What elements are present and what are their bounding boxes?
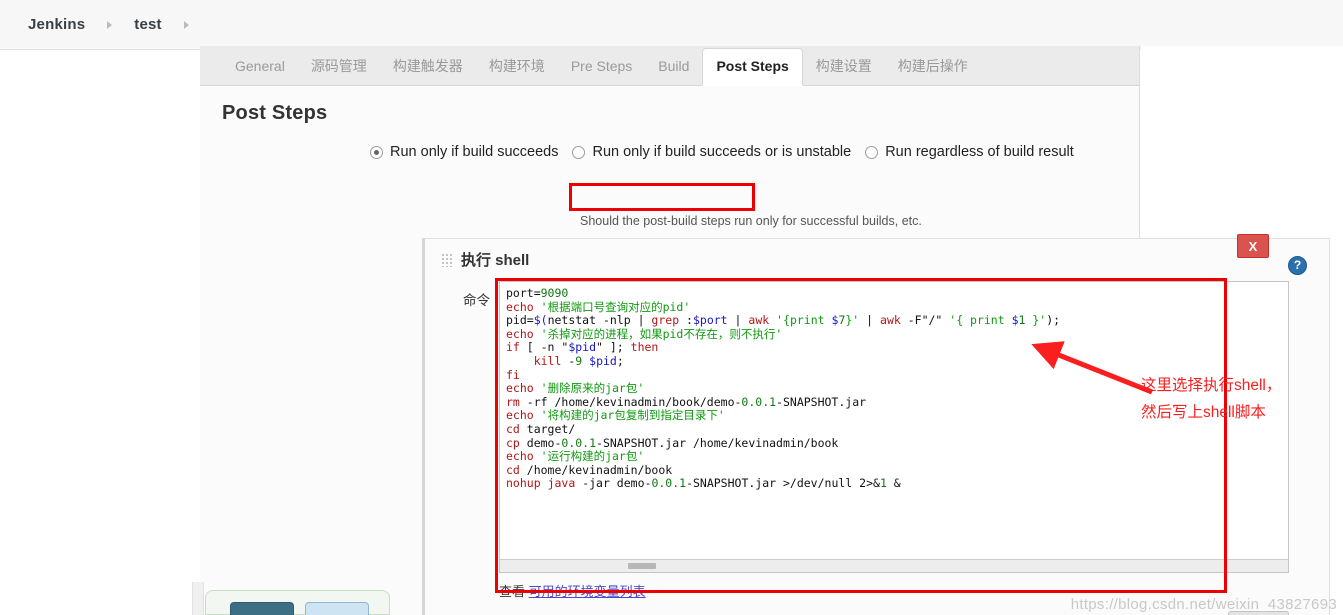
tab-general[interactable]: General [222, 48, 298, 85]
shell-builder-block: 执行 shell X ? 命令 port=9090 echo '根据端口号查询对… [422, 238, 1330, 615]
scrollbar-thumb[interactable] [628, 563, 656, 569]
annotation-text: 这里选择执行shell， 然后写上shell脚本 [1141, 372, 1341, 426]
breadcrumb-item-test[interactable]: test [134, 16, 161, 33]
shell-builder-header: 执行 shell X ? [425, 239, 1329, 281]
radio-dot-icon [370, 146, 383, 159]
annotation-text-line1: 这里选择执行shell， [1141, 372, 1341, 399]
radio-dot-icon [865, 146, 878, 159]
breadcrumb-separator-icon [184, 21, 189, 29]
radio-label: Run only if build succeeds [390, 144, 558, 160]
breadcrumb-item-jenkins[interactable]: Jenkins [28, 16, 85, 33]
horizontal-scrollbar[interactable] [500, 559, 1288, 572]
watermark: https://blog.csdn.net/weixin_43827693 [1071, 596, 1337, 613]
breadcrumb-separator-icon [107, 21, 112, 29]
tab-post-steps[interactable]: Post Steps [702, 48, 802, 86]
breadcrumb: Jenkins test [0, 0, 1343, 50]
command-field-label: 命令 [463, 289, 490, 309]
radio-label: Run regardless of build result [885, 144, 1074, 160]
radio-label: Run only if build succeeds or is unstabl… [592, 144, 851, 160]
radio-run-only-if-build-succeeds-or-unstable[interactable]: Run only if build succeeds or is unstabl… [572, 144, 851, 160]
tab-post-build-actions[interactable]: 构建后操作 [885, 48, 981, 85]
env-variables-link[interactable]: 可用的环境变量列表 [529, 584, 646, 599]
page-root: Jenkins test General 源码管理 构建触发器 构建环境 Pre… [0, 0, 1343, 615]
tab-pre-steps[interactable]: Pre Steps [558, 48, 645, 85]
delete-builder-button[interactable]: X [1237, 234, 1269, 258]
env-variables-hint: 查看 可用的环境变量列表 [499, 581, 646, 600]
apply-button[interactable] [305, 602, 369, 615]
tab-build-environment[interactable]: 构建环境 [476, 48, 558, 85]
form-action-bar [205, 590, 390, 615]
tab-source-management[interactable]: 源码管理 [298, 48, 380, 85]
command-textarea[interactable]: port=9090 echo '根据端口号查询对应的pid' pid=$(net… [499, 281, 1289, 573]
tab-build-triggers[interactable]: 构建触发器 [380, 48, 476, 85]
radio-dot-icon [572, 146, 585, 159]
tab-bar: General 源码管理 构建触发器 构建环境 Pre Steps Build … [200, 46, 1139, 86]
config-panel: General 源码管理 构建触发器 构建环境 Pre Steps Build … [200, 46, 1140, 615]
env-variables-prefix: 查看 [499, 584, 529, 599]
tab-build[interactable]: Build [645, 48, 702, 85]
shell-builder-title: 执行 shell [461, 249, 529, 270]
radio-run-only-if-build-succeeds[interactable]: Run only if build succeeds [370, 144, 558, 160]
annotation-highlight-radio [569, 183, 755, 211]
radio-run-regardless-of-build-result[interactable]: Run regardless of build result [865, 144, 1074, 160]
left-column [0, 50, 201, 615]
panel-body: Post Steps [200, 102, 1139, 125]
help-icon[interactable]: ? [1288, 256, 1307, 275]
panel-left-rail [192, 582, 204, 615]
post-build-condition-hint: Should the post-build steps run only for… [580, 214, 922, 228]
drag-handle-icon[interactable] [441, 253, 452, 267]
save-button[interactable] [230, 602, 294, 615]
post-build-condition-group: Run only if build succeeds Run only if b… [370, 144, 1088, 160]
annotation-text-line2: 然后写上shell脚本 [1141, 399, 1341, 426]
tab-build-settings[interactable]: 构建设置 [803, 48, 885, 85]
page-title: Post Steps [222, 102, 1121, 125]
